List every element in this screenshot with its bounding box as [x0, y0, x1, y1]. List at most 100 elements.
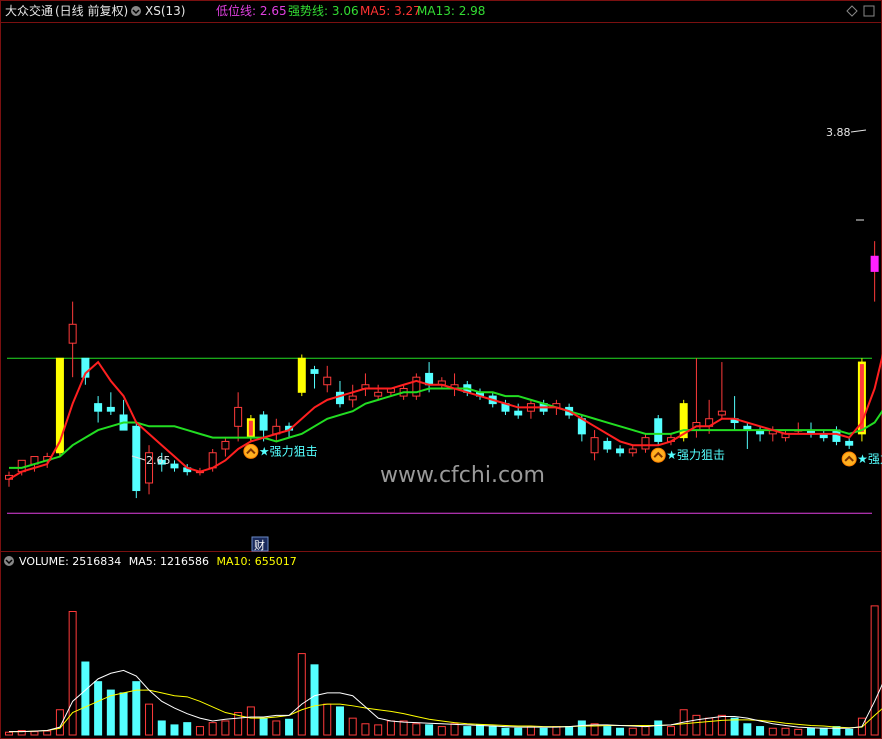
candle-body [590, 437, 599, 454]
volume-bar [730, 717, 739, 736]
volume-bar [145, 703, 154, 736]
volume-bar [565, 726, 574, 736]
volume-bar [208, 722, 217, 736]
candle-body [845, 440, 854, 446]
volume-bar [743, 723, 752, 736]
volume-bar [297, 653, 306, 736]
volume-bar [463, 726, 472, 736]
candle [654, 414, 663, 446]
high-price-pointer [850, 129, 867, 133]
candle [705, 399, 714, 434]
volume-bar [272, 720, 281, 736]
volume-bar [30, 731, 39, 736]
candle-body [603, 440, 612, 450]
volume-bar [5, 731, 13, 736]
volume-bar [81, 661, 90, 736]
volume-ma10-value: 655017 [255, 555, 297, 568]
volume-bar [539, 727, 548, 736]
candle-body [94, 403, 103, 412]
buy-signal: ★强力狙击 [650, 447, 725, 463]
volume-bar [666, 726, 675, 736]
volume-bar [157, 720, 166, 736]
candle [132, 422, 141, 499]
volume-bar [806, 727, 815, 736]
candle [68, 301, 77, 378]
candle [348, 384, 357, 408]
volume-bar [348, 717, 357, 736]
candle [743, 422, 752, 449]
signal-inner [248, 420, 253, 436]
indicator-readouts: 低位线: 2.65 强势线: 3.06 MA5: 3.27 MA13: 2.98 [216, 3, 485, 18]
candle [756, 426, 765, 442]
finance-event-badge[interactable]: 财 [251, 536, 269, 552]
volume-bar [259, 717, 268, 736]
candle [476, 388, 485, 400]
candle-body [641, 437, 650, 450]
volume-menu-icon[interactable] [4, 556, 14, 566]
volume-bar [616, 727, 625, 736]
volume-bars [5, 605, 879, 736]
candle-body [628, 448, 637, 454]
candle [234, 392, 243, 442]
candle-body [717, 410, 726, 416]
volume-bar [819, 727, 828, 736]
volume-bar [641, 726, 650, 736]
volume-bar [335, 706, 344, 736]
volume-bar [246, 706, 255, 736]
candle [272, 418, 281, 442]
volume-readout: VOLUME: 2516834 MA5: 1216586 MA10: 65501… [19, 555, 297, 568]
volume-bar [476, 724, 485, 736]
candle [374, 384, 383, 400]
period-label: (日线 前复权) [55, 3, 128, 18]
volume-bar [310, 664, 319, 736]
badge-text[interactable]: 财 [254, 538, 265, 552]
diamond-icon[interactable] [846, 5, 858, 17]
volume-bar [628, 727, 637, 736]
volume-bar [526, 726, 535, 736]
volume-bar [768, 727, 777, 736]
kline-chart[interactable]: 大众交通 (日线 前复权) XS(13) 低位线: 2.65 强势线: 3.06… [0, 0, 882, 739]
volume-bar [794, 728, 803, 736]
candle [119, 399, 128, 431]
buy-arrow-icon [841, 451, 857, 467]
candle [526, 399, 535, 419]
volume-title: VOLUME: [19, 555, 69, 568]
candle [310, 365, 319, 389]
maximize-icon[interactable] [863, 5, 875, 17]
indicator-name[interactable]: XS(13) [145, 4, 185, 18]
volume-bar [285, 718, 294, 736]
candle [870, 241, 879, 302]
volume-bar [717, 714, 726, 736]
volume-bar [577, 720, 586, 736]
candle [335, 380, 344, 408]
buy-arrow-icon [243, 443, 259, 459]
candle-body [297, 357, 306, 393]
candle [616, 445, 625, 457]
indicator-dropdown[interactable]: XS(13) [131, 4, 185, 18]
candle [730, 396, 739, 431]
buy-signal-label: ★强力狙 [857, 452, 882, 466]
candle [221, 437, 230, 457]
buy-signal: ★强力狙 [841, 451, 882, 467]
volume-bar [692, 714, 701, 736]
volume-bar [501, 727, 510, 736]
volume-bar [781, 727, 790, 736]
chevron-circle-down-icon[interactable] [131, 6, 141, 16]
candle [590, 430, 599, 461]
volume-value: 2516834 [72, 555, 121, 568]
chart-frame [0, 0, 882, 739]
buy-signal-label: ★强力狙击 [666, 448, 725, 462]
volume-bar [514, 727, 523, 736]
low-price-label: 2.65 [146, 454, 171, 467]
volume-bar [221, 720, 230, 736]
candle-body [310, 369, 319, 374]
volume-bar [386, 720, 395, 736]
watermark: www.cfchi.com [380, 463, 545, 488]
candle [437, 377, 446, 389]
volume-bar [450, 723, 459, 736]
candle [845, 437, 854, 449]
volume-bar [425, 724, 434, 736]
readout-low-line: 低位线: 2.65 [216, 3, 287, 18]
volume-bar [437, 726, 446, 736]
candle-body [221, 440, 230, 450]
